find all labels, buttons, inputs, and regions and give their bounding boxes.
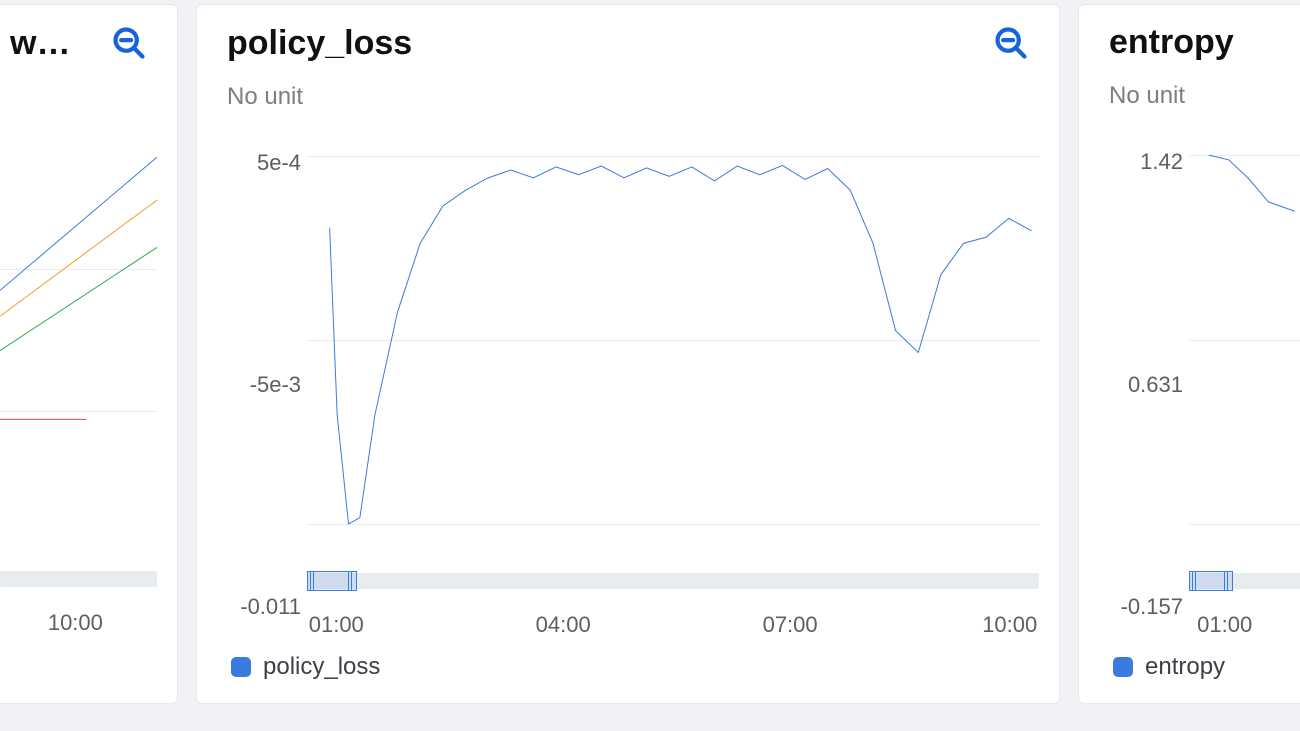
y-tick: -0.011 [240, 594, 301, 620]
chart-card-policy-loss: policy_loss No unit 5e-4 -5e-3 -0.011 [196, 4, 1060, 704]
chart-card-left: w… 1 [0, 4, 178, 704]
chart-plot: 1.42 0.631 -0.157 01:00 [1089, 120, 1300, 649]
chart-subtitle: No unit [197, 63, 1059, 111]
zoom-out-icon[interactable] [991, 23, 1031, 63]
chart-plot: 5e-4 -5e-3 -0.011 01:00 04:00 07:00 [207, 121, 1049, 649]
chart-legend: entropy [1079, 649, 1300, 703]
x-tick: 01:00 [1197, 612, 1252, 638]
x-axis: 01:00 04:00 07:00 10:00 [307, 594, 1039, 649]
legend-swatch [1113, 657, 1133, 677]
line-series [1189, 120, 1300, 559]
line-series [0, 127, 157, 557]
y-tick: -5e-3 [250, 372, 301, 398]
y-tick: 1.42 [1140, 149, 1183, 175]
chart-legend: policy_loss [197, 649, 1059, 703]
x-tick: 10:00 [48, 610, 103, 636]
chart-plot: 10:00 [0, 127, 167, 647]
chart-title: w… [10, 24, 70, 63]
time-scrubber[interactable] [1189, 573, 1300, 589]
dashboard-row: w… 1 [0, 0, 1300, 704]
legend-swatch [231, 657, 251, 677]
x-tick: 10:00 [982, 612, 1037, 638]
legend-label: policy_loss [263, 653, 380, 681]
y-tick: -0.157 [1121, 594, 1183, 620]
y-axis: 1.42 0.631 -0.157 [1089, 120, 1189, 649]
y-axis: 5e-4 -5e-3 -0.011 [207, 121, 307, 649]
x-axis: 01:00 [1189, 594, 1300, 649]
plot-area[interactable] [307, 121, 1039, 559]
time-scrubber[interactable] [0, 571, 157, 587]
chart-card-entropy: entropy No unit 1.42 0.631 -0.157 [1078, 4, 1300, 704]
x-tick: 07:00 [763, 612, 818, 638]
x-tick: 01:00 [309, 612, 364, 638]
y-tick: 5e-4 [257, 150, 301, 176]
chart-subtitle: No unit [1079, 62, 1300, 110]
chart-title: policy_loss [227, 24, 412, 63]
y-tick: 0.631 [1128, 372, 1183, 398]
legend-label: entropy [1145, 653, 1225, 681]
time-scrubber[interactable] [307, 573, 1039, 589]
plot-area[interactable] [1189, 120, 1300, 559]
line-series [307, 121, 1039, 559]
x-tick: 04:00 [536, 612, 591, 638]
zoom-out-icon[interactable] [109, 23, 149, 63]
chart-title: entropy [1109, 23, 1234, 62]
